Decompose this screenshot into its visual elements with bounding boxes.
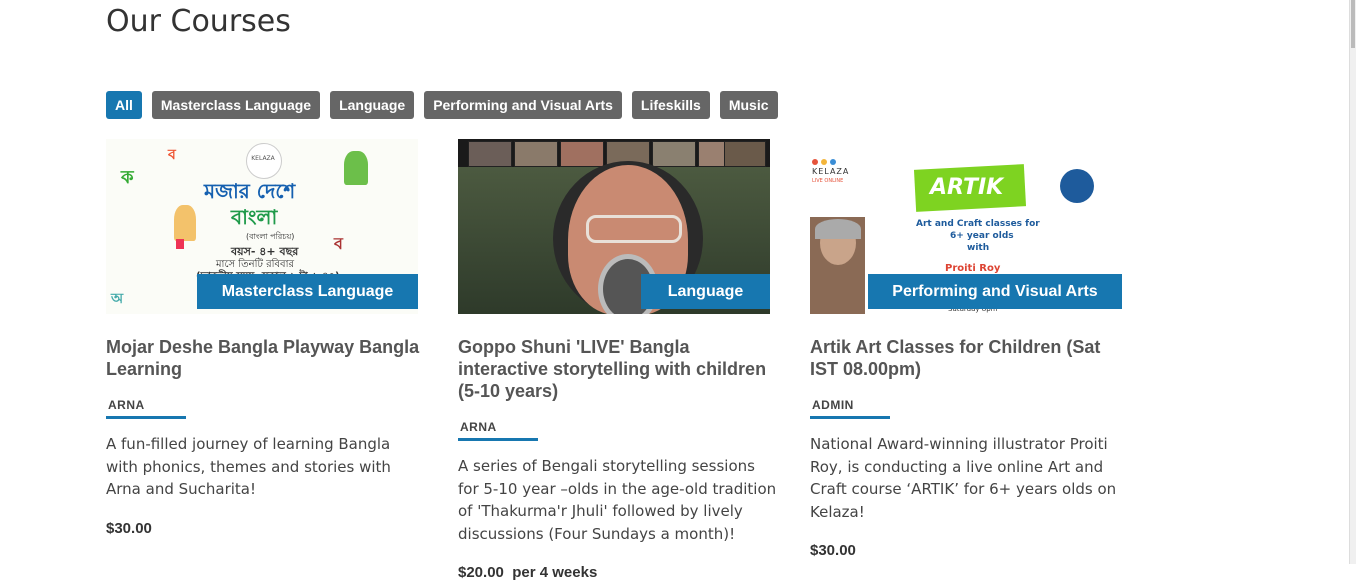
category-badge[interactable]: Masterclass Language: [197, 274, 418, 309]
author-name: ARNA: [460, 420, 497, 434]
page-scrollbar[interactable]: [1349, 0, 1356, 564]
price-value: $30.00: [106, 519, 152, 537]
filter-lifeskills[interactable]: Lifeskills: [631, 91, 710, 119]
category-badge[interactable]: Language: [641, 274, 770, 309]
course-price: $30.00: [106, 520, 436, 537]
filter-performing-visual-arts[interactable]: Performing and Visual Arts: [424, 91, 622, 119]
page-title: Our Courses: [106, 4, 291, 39]
author-tag[interactable]: ADMIN: [810, 394, 890, 419]
author-name: ARNA: [108, 398, 145, 412]
author-underline: [458, 438, 538, 441]
course-thumbnail[interactable]: KELAZA LIVE ONLINE ARTIK Art and Craft c…: [810, 139, 1122, 314]
author-name: ADMIN: [812, 398, 854, 412]
author-underline: [810, 416, 890, 419]
price-suffix: per 4 weeks: [512, 564, 598, 581]
filter-masterclass-language[interactable]: Masterclass Language: [151, 91, 321, 119]
filter-music[interactable]: Music: [719, 91, 778, 119]
course-description: A series of Bengali storytelling session…: [458, 457, 777, 543]
category-badge[interactable]: Performing and Visual Arts: [868, 274, 1122, 309]
price-value: $30.00: [810, 542, 856, 559]
course-card: Language Goppo Shuni 'LIVE' Bangla inter…: [458, 139, 788, 581]
course-card: KELAZA LIVE ONLINE ARTIK Art and Craft c…: [810, 139, 1140, 559]
course-price: $30.00: [810, 542, 1140, 559]
scrollbar-thumb[interactable]: [1351, 0, 1355, 48]
filter-language[interactable]: Language: [330, 91, 415, 119]
course-thumbnail[interactable]: Language: [458, 139, 770, 314]
course-description: A fun-filled journey of learning Bangla …: [106, 435, 391, 498]
course-description: National Award-winning illustrator Proit…: [810, 435, 1117, 521]
course-card: KELAZA ব ক ব অ মজার দেশে বাংলা (বাংলা পর…: [106, 139, 436, 537]
course-title[interactable]: Artik Art Classes for Children (Sat IST …: [810, 336, 1130, 380]
category-filter-bar: All Masterclass Language Language Perfor…: [106, 91, 778, 119]
price-value: $20.00: [458, 564, 504, 581]
course-title[interactable]: Goppo Shuni 'LIVE' Bangla interactive st…: [458, 336, 778, 402]
author-tag[interactable]: ARNA: [106, 394, 186, 419]
author-tag[interactable]: ARNA: [458, 416, 538, 441]
course-title[interactable]: Mojar Deshe Bangla Playway Bangla Learni…: [106, 336, 426, 380]
course-thumbnail[interactable]: KELAZA ব ক ব অ মজার দেশে বাংলা (বাংলা পর…: [106, 139, 418, 314]
course-price: $20.00 per 4 weeks: [458, 564, 788, 581]
author-underline: [106, 416, 186, 419]
filter-all[interactable]: All: [106, 91, 142, 119]
